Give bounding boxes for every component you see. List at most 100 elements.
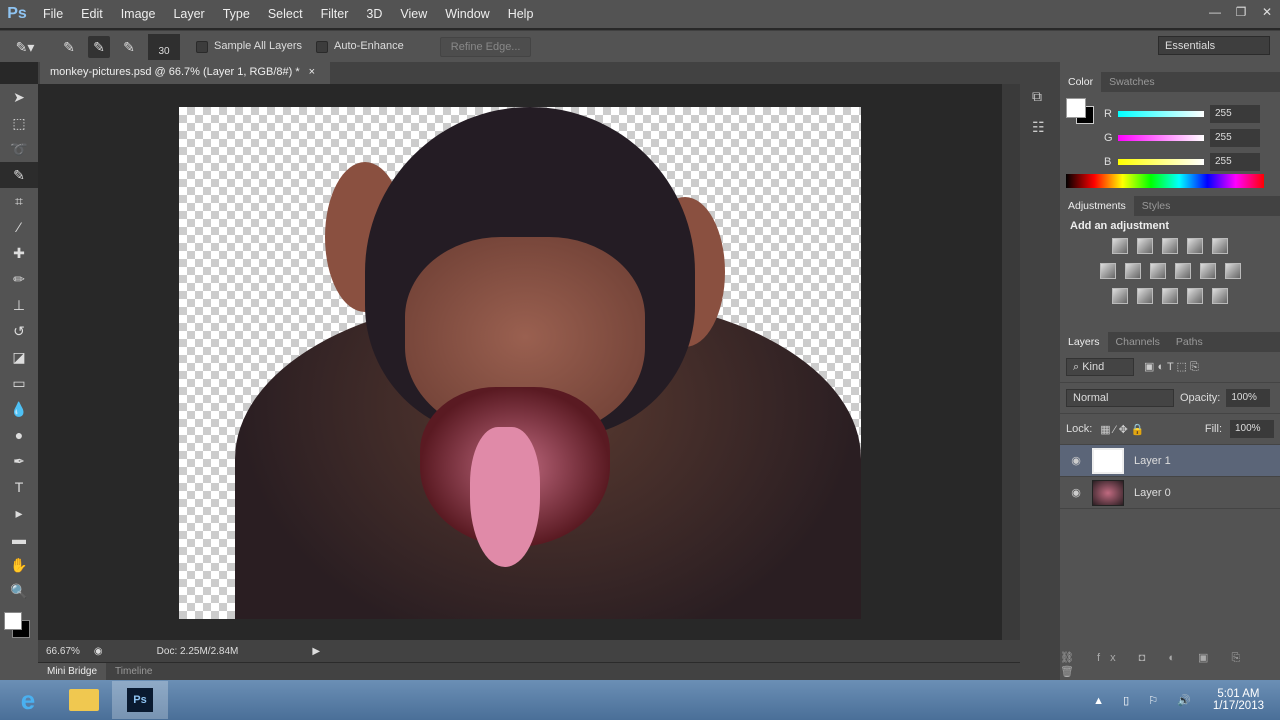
layer-filter-dropdown[interactable]: ⌕ Kind xyxy=(1066,358,1134,376)
close-tab-icon[interactable]: × xyxy=(309,66,315,78)
tab-color[interactable]: Color xyxy=(1060,72,1102,92)
layer-row[interactable]: ◉ Layer 1 xyxy=(1060,445,1280,477)
menu-select[interactable]: Select xyxy=(259,7,312,21)
document-tab[interactable]: monkey-pictures.psd @ 66.7% (Layer 1, RG… xyxy=(40,62,330,84)
refine-edge-button[interactable]: Refine Edge... xyxy=(439,36,532,57)
color-spectrum[interactable] xyxy=(1066,174,1264,188)
minimize-button[interactable]: — xyxy=(1202,5,1228,23)
green-value[interactable]: 255 xyxy=(1210,129,1260,147)
menu-edit[interactable]: Edit xyxy=(72,7,112,21)
gradient-map-icon[interactable] xyxy=(1212,288,1228,304)
brightness-icon[interactable] xyxy=(1112,238,1128,254)
opacity-field[interactable]: 100% xyxy=(1226,389,1271,407)
blue-value[interactable]: 255 xyxy=(1210,153,1260,171)
rectangle-tool-icon[interactable]: ▬ xyxy=(0,526,38,552)
visibility-eye-icon[interactable]: ◉ xyxy=(1060,454,1092,467)
tab-mini-bridge[interactable]: Mini Bridge xyxy=(38,663,107,680)
posterize-icon[interactable] xyxy=(1137,288,1153,304)
document-canvas[interactable] xyxy=(179,107,861,619)
color-lookup-icon[interactable] xyxy=(1224,263,1241,279)
green-slider[interactable] xyxy=(1118,135,1204,141)
color-swatches[interactable] xyxy=(0,604,38,644)
lasso-tool-icon[interactable]: ➰ xyxy=(0,136,38,162)
properties-panel-icon[interactable]: ☷ xyxy=(1032,119,1048,136)
tab-paths[interactable]: Paths xyxy=(1168,332,1211,352)
menu-layer[interactable]: Layer xyxy=(164,7,213,21)
menu-filter[interactable]: Filter xyxy=(312,7,358,21)
internet-explorer-icon[interactable]: e xyxy=(0,681,56,719)
tab-adjustments[interactable]: Adjustments xyxy=(1060,196,1134,216)
foreground-color[interactable] xyxy=(1066,98,1086,118)
eraser-tool-icon[interactable]: ◪ xyxy=(0,344,38,370)
exposure-icon[interactable] xyxy=(1187,238,1203,254)
tab-swatches[interactable]: Swatches xyxy=(1101,72,1163,92)
workspace-dropdown[interactable]: Essentials xyxy=(1158,36,1270,55)
history-panel-icon[interactable]: ⧉ xyxy=(1032,88,1048,105)
tab-timeline[interactable]: Timeline xyxy=(106,663,161,680)
gradient-tool-icon[interactable]: ▭ xyxy=(0,370,38,396)
blur-tool-icon[interactable]: 💧 xyxy=(0,396,38,422)
red-value[interactable]: 255 xyxy=(1210,105,1260,123)
filter-icons[interactable]: ▣ ◐ T ⬚ ⎘ xyxy=(1144,360,1199,374)
tray-icons[interactable]: ▲ ▯ ⚐ 🔊 xyxy=(1093,694,1199,707)
move-tool-icon[interactable]: ➤ xyxy=(0,84,38,110)
threshold-icon[interactable] xyxy=(1162,288,1178,304)
curves-icon[interactable] xyxy=(1162,238,1178,254)
zoom-level[interactable]: 66.67% xyxy=(46,646,80,657)
tab-layers[interactable]: Layers xyxy=(1060,332,1108,352)
menu-3d[interactable]: 3D xyxy=(357,7,391,21)
photo-filter-icon[interactable] xyxy=(1174,263,1191,279)
lock-icons[interactable]: ▦ ⁄ ✥ 🔒 xyxy=(1100,423,1144,436)
clock[interactable]: 5:01 AM 1/17/2013 xyxy=(1213,688,1264,712)
auto-enhance-checkbox[interactable]: Auto-Enhance xyxy=(316,40,404,53)
menu-window[interactable]: Window xyxy=(436,7,498,21)
visibility-eye-icon[interactable]: ◉ xyxy=(1060,486,1092,499)
invert-icon[interactable] xyxy=(1112,288,1128,304)
menu-help[interactable]: Help xyxy=(499,7,543,21)
channel-mixer-icon[interactable] xyxy=(1199,263,1216,279)
vertical-scrollbar[interactable] xyxy=(1002,84,1020,640)
path-selection-icon[interactable]: ▸ xyxy=(0,500,38,526)
dodge-tool-icon[interactable]: ● xyxy=(0,422,38,448)
crop-tool-icon[interactable]: ⌗ xyxy=(0,188,38,214)
blue-slider[interactable] xyxy=(1118,159,1204,165)
close-window-button[interactable]: ✕ xyxy=(1254,5,1280,23)
levels-icon[interactable] xyxy=(1137,238,1153,254)
sample-all-layers-checkbox[interactable]: Sample All Layers xyxy=(196,40,302,53)
blend-mode-dropdown[interactable]: Normal xyxy=(1066,389,1174,407)
brush-tool-icon[interactable]: ✏ xyxy=(0,266,38,292)
menu-view[interactable]: View xyxy=(391,7,436,21)
zoom-tool-icon[interactable]: 🔍 xyxy=(0,578,38,604)
photoshop-taskbar-icon[interactable]: Ps xyxy=(112,681,168,719)
quick-selection-tool-icon[interactable]: ✎ xyxy=(0,162,38,188)
history-brush-icon[interactable]: ↺ xyxy=(0,318,38,344)
layers-footer-icons[interactable]: ⛓ fx ◘ ◐ ▣ ⎘ 🗑 xyxy=(1060,651,1272,678)
black-white-icon[interactable] xyxy=(1149,263,1166,279)
status-menu-arrow-icon[interactable]: ▶ xyxy=(312,646,320,657)
healing-brush-icon[interactable]: ✚ xyxy=(0,240,38,266)
layer-row[interactable]: ◉ Layer 0 xyxy=(1060,477,1280,509)
hand-tool-icon[interactable]: ✋ xyxy=(0,552,38,578)
file-explorer-icon[interactable] xyxy=(56,681,112,719)
color-balance-icon[interactable] xyxy=(1124,263,1141,279)
menu-image[interactable]: Image xyxy=(112,7,165,21)
red-slider[interactable] xyxy=(1118,111,1204,117)
add-to-selection-icon[interactable]: ✎ xyxy=(88,35,110,58)
selective-color-icon[interactable] xyxy=(1187,288,1203,304)
status-options-icon[interactable]: ◉ xyxy=(94,646,103,657)
brush-size-picker[interactable]: 30 xyxy=(148,33,180,60)
pen-tool-icon[interactable]: ✒ xyxy=(0,448,38,474)
eyedropper-tool-icon[interactable]: ⁄ xyxy=(0,214,38,240)
new-selection-icon[interactable]: ✎ xyxy=(58,36,80,58)
marquee-tool-icon[interactable]: ⬚ xyxy=(0,110,38,136)
tab-styles[interactable]: Styles xyxy=(1134,196,1179,216)
type-tool-icon[interactable]: T xyxy=(0,474,38,500)
quick-selection-preset-icon[interactable]: ✎▾ xyxy=(14,36,36,58)
tab-channels[interactable]: Channels xyxy=(1108,332,1168,352)
subtract-from-selection-icon[interactable]: ✎ xyxy=(118,36,140,58)
vibrance-icon[interactable] xyxy=(1212,238,1228,254)
menu-file[interactable]: File xyxy=(34,7,72,21)
menu-type[interactable]: Type xyxy=(214,7,259,21)
fill-field[interactable]: 100% xyxy=(1230,420,1274,438)
restore-button[interactable]: ❐ xyxy=(1228,5,1254,23)
